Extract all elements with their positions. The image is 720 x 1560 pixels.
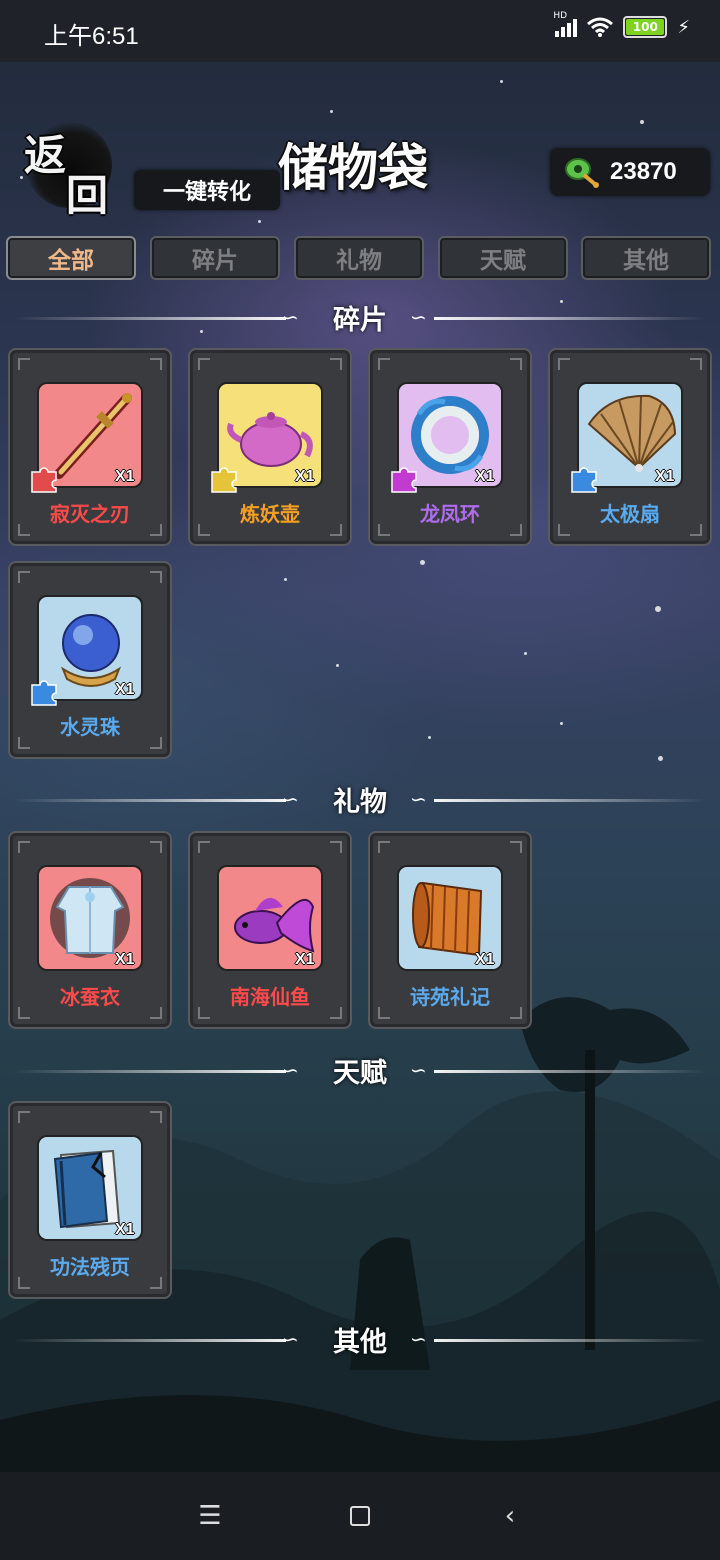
item-quantity: X1: [115, 468, 135, 485]
item-name: 炼妖壶: [240, 502, 300, 526]
item-name: 冰蚕衣: [60, 985, 120, 1009]
item-quantity: X1: [295, 951, 315, 968]
page-title: 储物袋: [278, 138, 428, 197]
tab-others[interactable]: 其他: [581, 236, 711, 280]
item-card-water-spirit-orb[interactable]: X1 水灵珠: [8, 561, 172, 759]
item-card-technique-remnant-page[interactable]: X1 功法残页: [8, 1101, 172, 1299]
back-label-char-1: 返: [24, 131, 67, 180]
menu-icon[interactable]: ☰: [188, 1494, 232, 1538]
status-bar: 上午6:51 HD 100 ⚡: [0, 0, 720, 62]
item-quantity: X1: [115, 1221, 135, 1238]
item-name: 太极扇: [600, 502, 660, 526]
currency-display: 23870: [550, 148, 710, 196]
fragment-puzzle-icon: [31, 467, 57, 493]
wifi-icon: [587, 17, 614, 37]
back-button[interactable]: 返 回: [22, 118, 116, 220]
item-quantity: X1: [115, 951, 135, 968]
section-header-others: ∽ 其他 ∽: [0, 1320, 720, 1360]
section-header-talents: ∽ 天赋 ∽: [0, 1051, 720, 1091]
home-icon[interactable]: [338, 1494, 382, 1538]
tab-gifts[interactable]: 礼物: [294, 236, 424, 280]
item-card-taiji-fan[interactable]: X1 太极扇: [548, 348, 712, 546]
item-quantity: X1: [115, 681, 135, 698]
back-label-char-2: 回: [66, 171, 109, 220]
section-title: 碎片: [333, 305, 387, 336]
item-card-silent-blade[interactable]: X1 寂灭之刃: [8, 348, 172, 546]
fragment-puzzle-icon: [211, 467, 237, 493]
fragment-puzzle-icon: [391, 467, 417, 493]
item-quantity: X1: [655, 468, 675, 485]
section-title: 天赋: [333, 1058, 387, 1089]
item-name: 水灵珠: [60, 715, 120, 739]
item-name: 龙凤环: [420, 502, 480, 526]
network-label: HD: [553, 11, 568, 21]
item-quantity: X1: [475, 468, 495, 485]
section-title: 礼物: [333, 787, 387, 818]
tab-talents[interactable]: 天赋: [438, 236, 568, 280]
section-header-fragments: ∽ 碎片 ∽: [0, 298, 720, 338]
battery-icon: 100: [623, 16, 668, 38]
item-card-poetry-garden-record[interactable]: X1 诗苑礼记: [368, 831, 532, 1029]
signal-icon: HD: [553, 11, 578, 37]
system-navigation-bar: ☰ ‹: [0, 1472, 720, 1560]
category-tabs: 全部 碎片 礼物 天赋 其他: [6, 236, 714, 282]
item-quantity: X1: [295, 468, 315, 485]
currency-value: 23870: [610, 158, 677, 185]
item-card-ice-silk-robe[interactable]: X1 冰蚕衣: [8, 831, 172, 1029]
fragment-puzzle-icon: [571, 467, 597, 493]
back-nav-icon[interactable]: ‹: [488, 1494, 532, 1538]
status-icons: HD 100 ⚡: [553, 11, 690, 38]
one-click-convert-button[interactable]: 一键转化: [134, 170, 280, 210]
jade-currency-icon: [565, 158, 599, 188]
section-header-gifts: ∽ 礼物 ∽: [0, 780, 720, 820]
item-name: 南海仙鱼: [230, 985, 310, 1009]
item-name: 功法残页: [50, 1255, 130, 1279]
item-card-demon-refining-pot[interactable]: X1 炼妖壶: [188, 348, 352, 546]
section-title: 其他: [333, 1327, 387, 1358]
tab-fragments[interactable]: 碎片: [150, 236, 280, 280]
tab-all[interactable]: 全部: [6, 236, 136, 280]
fragment-puzzle-icon: [31, 680, 57, 706]
status-time: 上午6:51: [44, 23, 139, 50]
item-quantity: X1: [475, 951, 495, 968]
item-card-dragon-phoenix-ring[interactable]: X1 龙凤环: [368, 348, 532, 546]
item-name: 寂灭之刃: [50, 502, 130, 526]
item-card-south-sea-fairy-fish[interactable]: X1 南海仙鱼: [188, 831, 352, 1029]
battery-level: 100: [632, 20, 658, 34]
charging-icon: ⚡: [677, 16, 690, 38]
item-name: 诗苑礼记: [410, 985, 490, 1009]
